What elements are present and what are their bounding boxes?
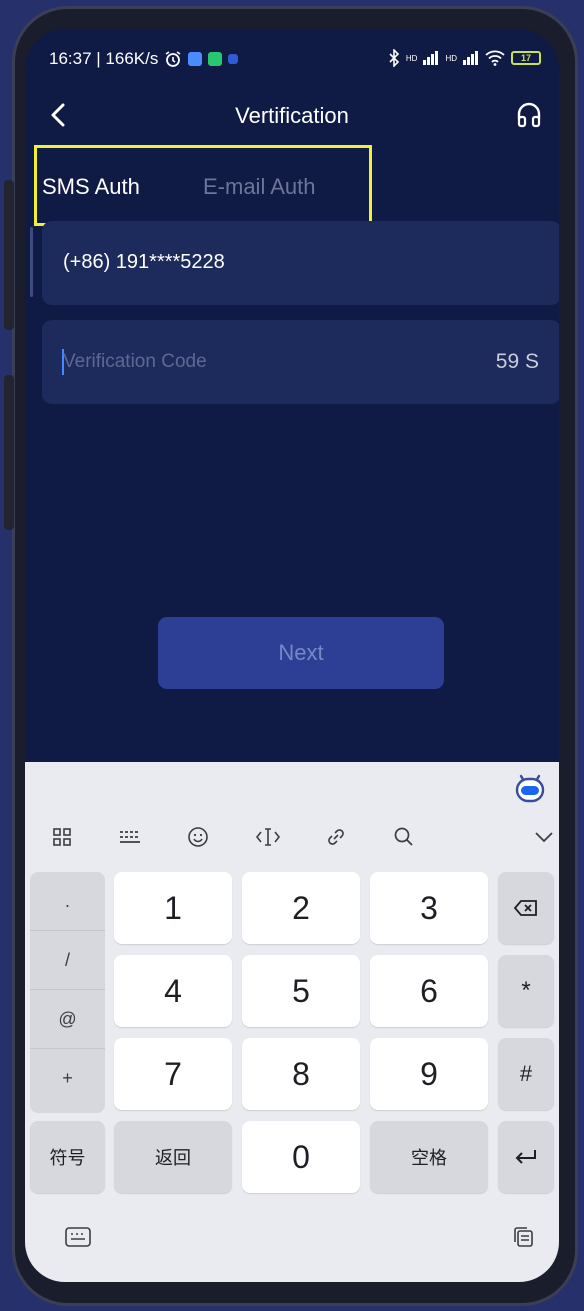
key-7[interactable]: 7 — [114, 1038, 232, 1110]
symbol-key-dot[interactable]: . — [30, 872, 105, 931]
phone-number-value: (+86) 191****5228 — [63, 251, 225, 273]
symbols-key[interactable]: 符号 — [30, 1121, 105, 1193]
cursor-icon[interactable] — [253, 822, 283, 852]
key-hash[interactable]: # — [498, 1038, 554, 1110]
wifi-icon — [485, 50, 505, 66]
grid-icon[interactable] — [47, 822, 77, 852]
next-button[interactable]: Next — [158, 617, 444, 689]
verification-code-input[interactable]: Verification Code 59 S — [42, 320, 559, 404]
key-8[interactable]: 8 — [242, 1038, 360, 1110]
status-bar: 16:37 | 166K/s HD HD 17 — [25, 29, 559, 89]
emoji-icon[interactable] — [183, 822, 213, 852]
status-time-speed: 16:37 | 166K/s — [49, 49, 159, 68]
key-2[interactable]: 2 — [242, 872, 360, 944]
network-label: HD — [445, 53, 457, 63]
bluetooth-icon — [389, 49, 400, 67]
network-label: HD — [405, 53, 418, 63]
page-title: Vertification — [235, 103, 349, 128]
keyboard-switch-icon[interactable] — [63, 1222, 93, 1252]
keyboard-toolbar — [25, 812, 559, 860]
status-left: 16:37 | 166K/s — [49, 49, 239, 69]
status-right: HD HD 17 — [388, 49, 541, 67]
symbol-key-plus[interactable]: + — [30, 1049, 105, 1108]
symbol-key-at[interactable]: @ — [30, 990, 105, 1049]
nav-bar: Vertification — [25, 91, 559, 141]
battery-icon: 17 — [511, 51, 541, 65]
volume-button — [4, 180, 14, 330]
signal-icon — [423, 51, 439, 65]
keyboard-layout-icon[interactable] — [115, 822, 145, 852]
backspace-key[interactable] — [498, 872, 554, 944]
app-notification-icon — [188, 52, 203, 66]
key-1[interactable]: 1 — [114, 872, 232, 944]
tab-email-auth[interactable]: E-mail Auth — [203, 174, 316, 200]
key-0[interactable]: 0 — [242, 1121, 360, 1193]
back-key[interactable]: 返回 — [114, 1121, 232, 1193]
tab-sms-auth[interactable]: SMS Auth — [42, 174, 140, 200]
key-5[interactable]: 5 — [242, 955, 360, 1027]
symbol-column: . / @ + — [30, 872, 105, 1113]
battery-level: 17 — [520, 53, 531, 63]
enter-icon — [515, 1150, 536, 1164]
enter-key[interactable] — [498, 1121, 554, 1193]
numeric-keyboard: . / @ + 1 2 3 4 5 6 * 7 8 9 # 符号 返回 0 空格 — [25, 762, 559, 1282]
app-notification-icon — [228, 54, 239, 64]
keyboard-bottom-bar — [25, 1214, 559, 1274]
signal-icon — [463, 51, 478, 65]
chevron-down-icon[interactable] — [529, 822, 559, 852]
backspace-icon — [513, 900, 537, 916]
symbol-key-slash[interactable]: / — [30, 931, 105, 990]
search-icon[interactable] — [389, 822, 419, 852]
key-6[interactable]: 6 — [370, 955, 488, 1027]
clipboard-icon[interactable] — [509, 1222, 539, 1252]
phone-screen: 16:37 | 166K/s HD HD 17 Vertification SM… — [25, 29, 559, 1282]
key-9[interactable]: 9 — [370, 1038, 488, 1110]
headset-icon — [517, 102, 541, 128]
verification-code-placeholder: Verification Code — [63, 351, 207, 372]
power-button — [4, 375, 14, 530]
app-notification-icon — [208, 52, 223, 66]
key-3[interactable]: 3 — [370, 872, 488, 944]
customer-support-button[interactable] — [511, 97, 547, 133]
resend-countdown: 59 S — [495, 350, 539, 373]
key-asterisk[interactable]: * — [498, 955, 554, 1027]
scroll-indicator — [30, 227, 33, 297]
space-key[interactable]: 空格 — [370, 1121, 488, 1193]
key-4[interactable]: 4 — [114, 955, 232, 1027]
alarm-clock-icon — [165, 51, 181, 67]
keyboard-mascot-icon[interactable] — [513, 768, 547, 804]
link-icon[interactable] — [321, 822, 351, 852]
phone-number-field: (+86) 191****5228 — [42, 221, 559, 305]
